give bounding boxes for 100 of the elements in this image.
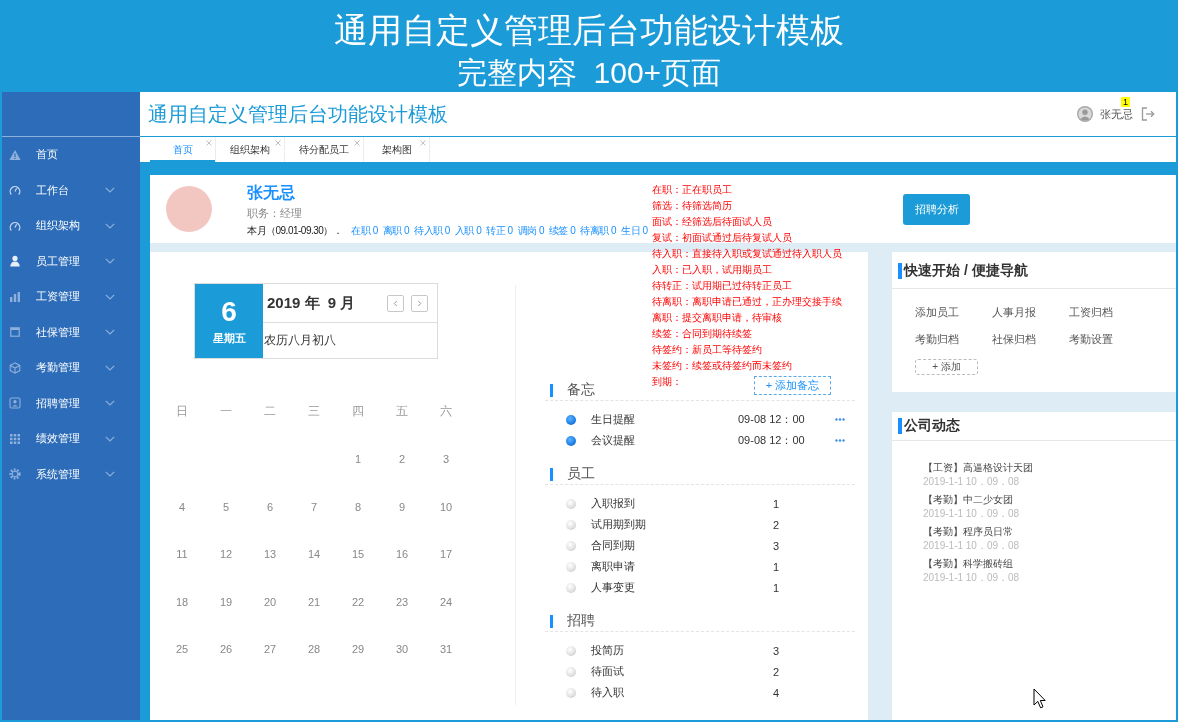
bullet-icon bbox=[566, 414, 576, 425]
chevron-right-icon bbox=[417, 299, 422, 307]
quick-link[interactable]: 工资归档 bbox=[1069, 305, 1113, 320]
calendar-day[interactable]: 24 bbox=[439, 595, 453, 608]
period-label: 本月（09.01-09.30）． bbox=[247, 224, 343, 238]
sidebar-item[interactable]: 员工管理 bbox=[2, 243, 140, 279]
stat-link[interactable]: 调岗 0 bbox=[517, 224, 544, 238]
list-item-label[interactable]: 入职报到 bbox=[591, 497, 635, 509]
sidebar-item[interactable]: 工作台 bbox=[2, 172, 140, 208]
legend-note: 到期： bbox=[652, 376, 682, 387]
list-item-label[interactable]: 合同到期 bbox=[591, 539, 635, 551]
stat-link[interactable]: 转正 0 bbox=[486, 224, 513, 238]
calendar-day[interactable]: 3 bbox=[442, 453, 450, 466]
list-item-label[interactable]: 待入职 bbox=[591, 686, 624, 698]
quick-link[interactable]: 考勤归档 bbox=[915, 332, 959, 347]
prev-month-button[interactable] bbox=[387, 294, 404, 312]
news-time: 2019-1-1 10．09．08 bbox=[923, 540, 1020, 551]
calendar-day[interactable]: 25 bbox=[175, 643, 189, 656]
calendar-day[interactable]: 17 bbox=[439, 548, 453, 561]
settings-icon bbox=[9, 468, 21, 481]
list-item-label[interactable]: 待面试 bbox=[591, 665, 624, 677]
calendar-day[interactable]: 11 bbox=[176, 548, 188, 561]
bullet-icon bbox=[566, 519, 576, 530]
calendar-day[interactable]: 16 bbox=[395, 548, 409, 561]
news-title[interactable]: 【考勤】科学搬砖组 bbox=[923, 558, 1013, 569]
accent-bar-icon bbox=[898, 263, 902, 279]
sidebar-item[interactable]: 绩效管理 bbox=[2, 421, 140, 457]
user-avatar-icon[interactable] bbox=[1077, 106, 1093, 122]
stat-link[interactable]: 待离职 0 bbox=[580, 224, 617, 238]
stat-link[interactable]: 生日 0 bbox=[621, 224, 648, 238]
calendar-day[interactable]: 18 bbox=[175, 595, 189, 608]
calendar-day[interactable]: 4 bbox=[178, 500, 186, 513]
calendar-day[interactable]: 28 bbox=[307, 643, 321, 656]
calendar-day[interactable]: 31 bbox=[439, 643, 453, 656]
analysis-button[interactable]: 招聘分析 bbox=[903, 193, 970, 225]
close-icon[interactable] bbox=[275, 140, 281, 146]
sidebar-item[interactable]: 招聘管理 bbox=[2, 385, 140, 421]
sidebar-item[interactable]: 首页 bbox=[2, 137, 140, 173]
close-icon[interactable] bbox=[206, 140, 212, 146]
quick-link[interactable]: 社保归档 bbox=[992, 332, 1036, 347]
quick-link[interactable]: 考勤设置 bbox=[1069, 332, 1113, 347]
news-title[interactable]: 【考勤】中二少女团 bbox=[923, 494, 1013, 505]
user-name[interactable]: 张无忌 bbox=[1100, 107, 1133, 121]
calendar-day[interactable]: 19 bbox=[219, 595, 233, 608]
profile-name: 张无忌 bbox=[247, 183, 295, 203]
calendar-day[interactable]: 15 bbox=[351, 548, 365, 561]
quick-link[interactable]: 人事月报 bbox=[992, 305, 1036, 320]
memo-title[interactable]: 生日提醒 bbox=[591, 413, 635, 425]
close-icon[interactable] bbox=[420, 140, 426, 146]
calendar-day[interactable]: 7 bbox=[310, 500, 318, 513]
add-shortcut-button[interactable]: + 添加 bbox=[915, 359, 978, 375]
more-icon[interactable] bbox=[835, 418, 845, 421]
news-title[interactable]: 【考勤】程序员日常 bbox=[923, 526, 1013, 537]
sidebar-item[interactable]: 考勤管理 bbox=[2, 350, 140, 386]
calendar-day[interactable]: 20 bbox=[263, 595, 277, 608]
calendar-day[interactable]: 10 bbox=[439, 500, 453, 513]
calendar-day[interactable]: 5 bbox=[222, 500, 230, 513]
sidebar-item[interactable]: 组织架构 bbox=[2, 208, 140, 244]
sidebar-item[interactable]: 社保管理 bbox=[2, 314, 140, 350]
legend-note: 待离职：离职申请已通过，正办理交接手续 bbox=[652, 296, 842, 307]
stat-link[interactable]: 离职 0 bbox=[382, 224, 410, 238]
stat-link[interactable]: 待入职 0 bbox=[414, 224, 450, 238]
add-memo-button[interactable]: + 添加备忘 bbox=[754, 376, 831, 395]
calendar-day[interactable]: 23 bbox=[395, 595, 409, 608]
calendar-day[interactable]: 14 bbox=[307, 548, 321, 561]
stat-link[interactable]: 入职 0 bbox=[454, 224, 482, 238]
calendar-day[interactable]: 6 bbox=[266, 500, 274, 513]
next-month-button[interactable] bbox=[411, 294, 428, 312]
legend-note: 筛选：待筛选简历 bbox=[652, 200, 732, 211]
chevron-down-icon bbox=[105, 435, 115, 442]
memo-title[interactable]: 会议提醒 bbox=[591, 434, 635, 446]
calendar-day[interactable]: 27 bbox=[263, 643, 277, 656]
close-icon[interactable] bbox=[354, 140, 360, 146]
quick-link[interactable]: 添加员工 bbox=[915, 305, 959, 320]
calendar-day[interactable]: 2 bbox=[398, 453, 406, 466]
calendar-day[interactable]: 1 bbox=[354, 453, 362, 466]
calendar-day[interactable]: 26 bbox=[219, 643, 233, 656]
stat-link[interactable]: 在职 0 bbox=[351, 224, 378, 238]
list-item-label[interactable]: 试用期到期 bbox=[591, 518, 646, 530]
weekday-label: 六 bbox=[440, 403, 452, 421]
calendar-day[interactable]: 29 bbox=[351, 643, 365, 656]
grid-icon bbox=[9, 432, 21, 445]
calendar-day[interactable]: 22 bbox=[351, 595, 365, 608]
sidebar-item[interactable]: 系统管理 bbox=[2, 456, 140, 492]
stat-link[interactable]: 续签 0 bbox=[548, 224, 576, 238]
sidebar-item[interactable]: 工资管理 bbox=[2, 279, 140, 315]
calendar-day[interactable]: 12 bbox=[219, 548, 233, 561]
calendar-day[interactable]: 30 bbox=[395, 643, 409, 656]
today-weekday: 星期五 bbox=[212, 331, 246, 345]
list-item-label[interactable]: 离职申请 bbox=[591, 560, 635, 572]
more-icon[interactable] bbox=[835, 439, 845, 442]
calendar-day[interactable]: 21 bbox=[307, 595, 321, 608]
calendar-day[interactable]: 8 bbox=[354, 500, 362, 513]
calendar-day[interactable]: 9 bbox=[398, 500, 406, 513]
logout-icon[interactable] bbox=[1141, 107, 1155, 121]
list-item-label[interactable]: 投简历 bbox=[591, 644, 624, 656]
news-title[interactable]: 【工资】高逼格设计天团 bbox=[923, 462, 1033, 473]
chevron-left-icon bbox=[393, 299, 398, 307]
calendar-day[interactable]: 13 bbox=[263, 548, 277, 561]
list-item-label[interactable]: 人事变更 bbox=[591, 581, 635, 593]
